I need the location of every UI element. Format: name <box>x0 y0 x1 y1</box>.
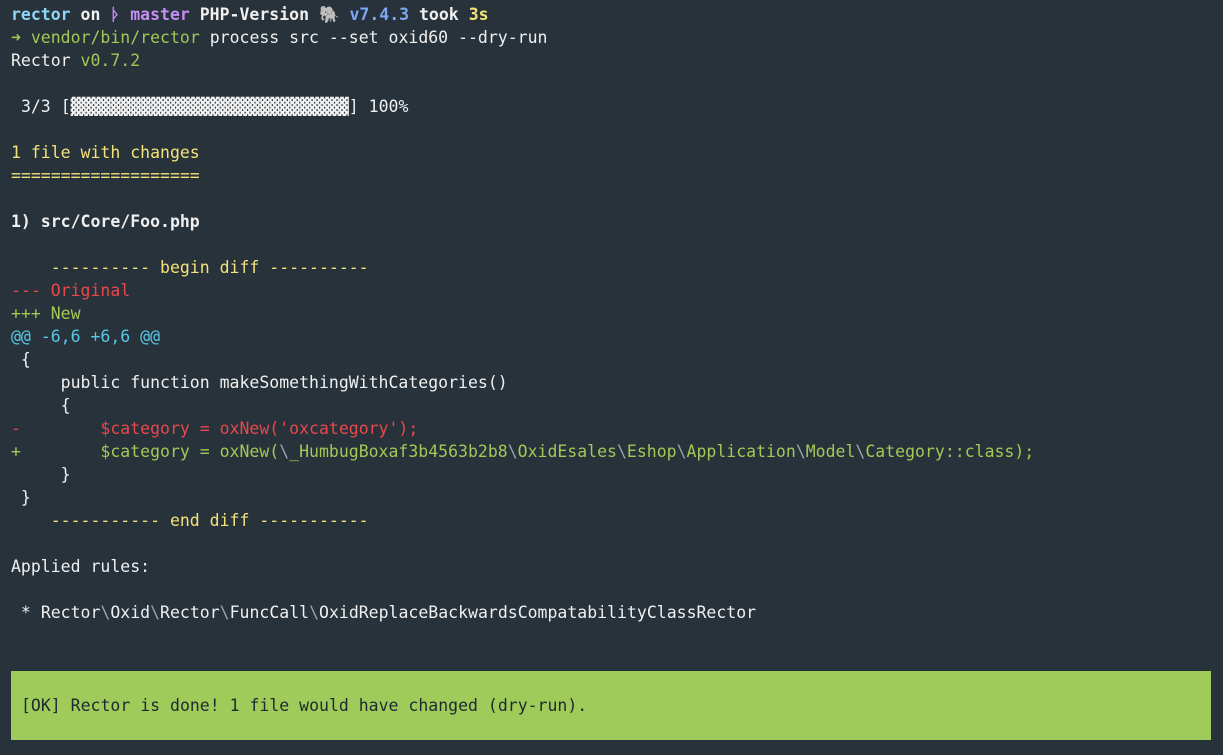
diff-removed-code: $category = oxNew('oxcategory'); <box>20 419 419 438</box>
applied-rule-item: * Rector\Oxid\Rector\FuncCall\OxidReplac… <box>11 601 1223 624</box>
ns-sep: \ <box>507 442 518 461</box>
tool-version: v0.7.2 <box>80 51 141 70</box>
version-line: Rector v0.7.2 <box>11 49 1223 72</box>
diff-begin: ---------- begin diff ---------- <box>11 258 369 277</box>
ns-part: Category::class); <box>865 442 1035 461</box>
rule-bullet: * <box>11 603 41 622</box>
ns-part: Model <box>805 442 856 461</box>
progress-bar-open: [ <box>60 97 71 116</box>
diff-hunk-header: @@ -6,6 +6,6 @@ <box>11 327 161 346</box>
ns-part: Application <box>686 442 796 461</box>
diff-context-line: { <box>11 396 71 415</box>
command-args: process src --set oxid60 --dry-run <box>209 28 548 47</box>
progress-line: 3/3 [▓▓▓▓▓▓▓▓▓▓▓▓▓▓▓▓▓▓▓▓▓▓▓▓▓▓▓▓] 100% <box>11 95 1223 118</box>
diff-context-line: { <box>11 350 31 369</box>
command-bin: vendor/bin/rector <box>30 28 200 47</box>
summary-underline: =================== <box>11 166 200 185</box>
ns-sep: \ <box>676 442 687 461</box>
rule-part: Rector <box>160 603 220 622</box>
diff-plus-sign: + <box>11 442 21 461</box>
rule-sep: \ <box>219 603 230 622</box>
terminal-output: rector on ᚦ master PHP-Version 🐘 v7.4.3 … <box>11 3 1223 624</box>
prompt-dir: rector <box>11 5 71 24</box>
ns-part: Eshop <box>626 442 677 461</box>
file-title: 1) src/Core/Foo.php <box>11 212 200 231</box>
prompt-took-time: 3s <box>468 5 489 24</box>
diff-new-header: +++ New <box>11 304 81 323</box>
applied-rules-heading: Applied rules: <box>11 557 151 576</box>
progress-bar: ▓▓▓▓▓▓▓▓▓▓▓▓▓▓▓▓▓▓▓▓▓▓▓▓▓▓▓▓ <box>70 97 349 116</box>
diff-added-code: $category = oxNew( <box>20 442 280 461</box>
prompt-arrow-icon: ➜ <box>11 28 21 47</box>
tool-name: Rector <box>11 51 71 70</box>
ns-part: OxidEsales <box>517 442 617 461</box>
rule-part: Rector <box>40 603 101 622</box>
progress-bar-close: ] <box>348 97 359 116</box>
diff-context-line: public function makeSomethingWithCategor… <box>11 373 508 392</box>
rule-sep: \ <box>100 603 111 622</box>
ns-sep: \ <box>855 442 866 461</box>
prompt-branch: master <box>130 5 190 24</box>
diff-removed-line: - $category = oxNew('oxcategory'); <box>11 417 1223 440</box>
diff-end: ----------- end diff ----------- <box>11 511 369 530</box>
rule-sep: \ <box>150 603 161 622</box>
success-banner: [OK] Rector is done! 1 file would have c… <box>11 671 1211 740</box>
changes-summary: 1 file with changes <box>11 143 200 162</box>
diff-added-line: + $category = oxNew(\_HumbugBoxaf3b4563b… <box>11 440 1223 463</box>
rule-part: FuncCall <box>229 603 310 622</box>
git-branch-icon: ᚦ <box>110 5 121 24</box>
prompt-php-version: v7.4.3 <box>349 5 410 24</box>
diff-minus-sign: - <box>11 419 21 438</box>
shell-prompt: rector on ᚦ master PHP-Version 🐘 v7.4.3 … <box>11 3 1223 26</box>
prompt-php-label: PHP-Version <box>199 5 310 24</box>
ns-sep: \ <box>279 442 290 461</box>
prompt-took: took <box>419 5 459 24</box>
ns-sep: \ <box>795 442 806 461</box>
progress-percent: 100% <box>368 97 409 116</box>
progress-count: 3/3 <box>20 97 51 116</box>
ns-sep: \ <box>616 442 627 461</box>
rule-sep: \ <box>309 603 320 622</box>
elephant-icon: 🐘 <box>318 5 340 24</box>
diff-context-line: } <box>11 465 71 484</box>
rule-part: OxidReplaceBackwardsCompatabilityClassRe… <box>319 603 757 622</box>
rule-part: Oxid <box>110 603 151 622</box>
diff-original-header: --- Original <box>11 281 131 300</box>
ns-part: _HumbugBoxaf3b4563b2b8 <box>289 442 508 461</box>
diff-context-line: } <box>11 488 31 507</box>
command-line: ➜ vendor/bin/rector process src --set ox… <box>11 26 1223 49</box>
prompt-on: on <box>80 5 101 24</box>
